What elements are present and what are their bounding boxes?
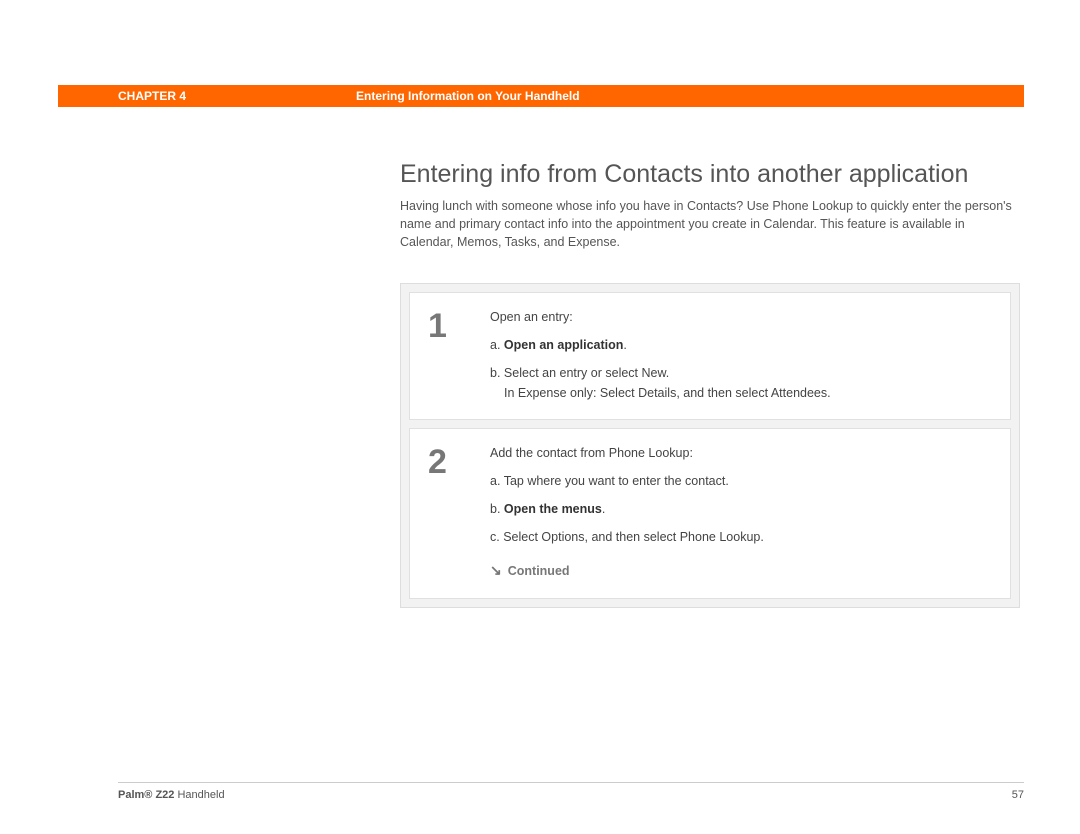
section-intro-paragraph: Having lunch with someone whose info you… <box>400 197 1020 251</box>
open-application-link[interactable]: Open an application <box>504 338 623 352</box>
step-substep-b: b. Select an entry or select New. In Exp… <box>490 363 992 403</box>
substep-suffix: . <box>623 338 626 352</box>
substep-text: Tap where you want to enter the contact. <box>504 474 729 488</box>
substep-prefix: a. <box>490 474 500 488</box>
chapter-header-bar: CHAPTER 4 Entering Information on Your H… <box>58 85 1024 107</box>
continued-indicator: ↘ Continued <box>490 559 992 581</box>
page-footer: Palm® Z22 Handheld 57 <box>118 782 1024 801</box>
page-number: 57 <box>1012 789 1024 801</box>
substep-prefix: a. <box>490 338 500 352</box>
step-body: Open an entry: a. Open an application. b… <box>490 307 992 403</box>
step-substep-a: a. Tap where you want to enter the conta… <box>490 471 992 491</box>
substep-prefix: b. <box>490 366 500 380</box>
substep-extra-text: In Expense only: Select Details, and the… <box>504 383 831 403</box>
chapter-title: Entering Information on Your Handheld <box>356 89 580 103</box>
footer-brand-rest: Handheld <box>174 789 224 801</box>
substep-suffix: . <box>602 502 605 516</box>
chapter-number: CHAPTER 4 <box>118 89 186 103</box>
step-number: 2 <box>428 445 490 581</box>
footer-brand-bold: Palm® Z22 <box>118 789 174 801</box>
step-substep-c: c. Select Options, and then select Phone… <box>490 527 992 547</box>
open-menus-link[interactable]: Open the menus <box>504 502 602 516</box>
main-content: Entering info from Contacts into another… <box>400 160 1020 608</box>
substep-text: Select Options, and then select Phone Lo… <box>503 530 764 544</box>
step-number: 1 <box>428 309 490 403</box>
document-page: CHAPTER 4 Entering Information on Your H… <box>0 0 1080 834</box>
step-substep-a: a. Open an application. <box>490 335 992 355</box>
step-lead-text: Add the contact from Phone Lookup: <box>490 443 992 463</box>
continued-arrow-icon: ↘ <box>490 559 502 581</box>
step-box-2: 2 Add the contact from Phone Lookup: a. … <box>409 428 1011 598</box>
substep-prefix: c. <box>490 530 500 544</box>
substep-prefix: b. <box>490 502 500 516</box>
continued-label: Continued <box>508 561 570 581</box>
step-body: Add the contact from Phone Lookup: a. Ta… <box>490 443 992 581</box>
section-title: Entering info from Contacts into another… <box>400 160 1020 189</box>
footer-product-name: Palm® Z22 Handheld <box>118 789 225 801</box>
steps-container: 1 Open an entry: a. Open an application.… <box>400 283 1020 607</box>
step-substep-b: b. Open the menus. <box>490 499 992 519</box>
substep-text: Select an entry or select New. <box>504 366 669 380</box>
step-box-1: 1 Open an entry: a. Open an application.… <box>409 292 1011 420</box>
step-lead-text: Open an entry: <box>490 307 992 327</box>
